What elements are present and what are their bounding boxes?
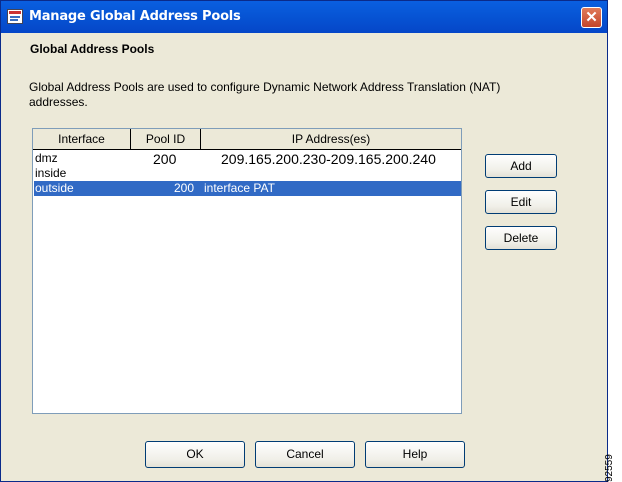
cancel-button[interactable]: Cancel <box>255 441 355 468</box>
table-header: Interface Pool ID IP Address(es) <box>33 129 461 150</box>
dialog-window: Manage Global Address Pools ✕ Global Add… <box>0 0 608 482</box>
section-title: Global Address Pools <box>30 42 155 56</box>
figure-id: 92559 <box>604 452 622 482</box>
window-title: Manage Global Address Pools <box>29 9 241 24</box>
cell-pool-id: 200 <box>153 151 177 167</box>
close-button[interactable]: ✕ <box>581 7 602 28</box>
pools-table[interactable]: Interface Pool ID IP Address(es) dmz 200… <box>32 128 462 414</box>
title-bar[interactable]: Manage Global Address Pools ✕ <box>1 1 607 33</box>
cell-interface: dmz <box>35 151 58 165</box>
ok-button[interactable]: OK <box>145 441 245 468</box>
cell-ip-address: interface PAT <box>204 181 275 195</box>
edit-button[interactable]: Edit <box>485 190 557 214</box>
cell-ip-address: 209.165.200.230-209.165.200.240 <box>221 151 436 167</box>
table-row-selected[interactable]: outside 200 interface PAT <box>34 181 461 196</box>
column-header-interface[interactable]: Interface <box>33 129 131 149</box>
app-window-icon <box>7 9 23 24</box>
cell-pool-id: 200 <box>174 181 195 195</box>
column-header-pool-id[interactable]: Pool ID <box>131 129 201 149</box>
figure-id-text: 92559 <box>604 454 615 482</box>
cell-interface: outside <box>35 181 74 195</box>
add-button[interactable]: Add <box>485 154 557 178</box>
column-header-ip-addresses[interactable]: IP Address(es) <box>201 129 461 149</box>
cell-interface: inside <box>35 166 67 180</box>
section-description: Global Address Pools are used to configu… <box>29 80 501 109</box>
help-button[interactable]: Help <box>365 441 465 468</box>
delete-button[interactable]: Delete <box>485 226 557 250</box>
